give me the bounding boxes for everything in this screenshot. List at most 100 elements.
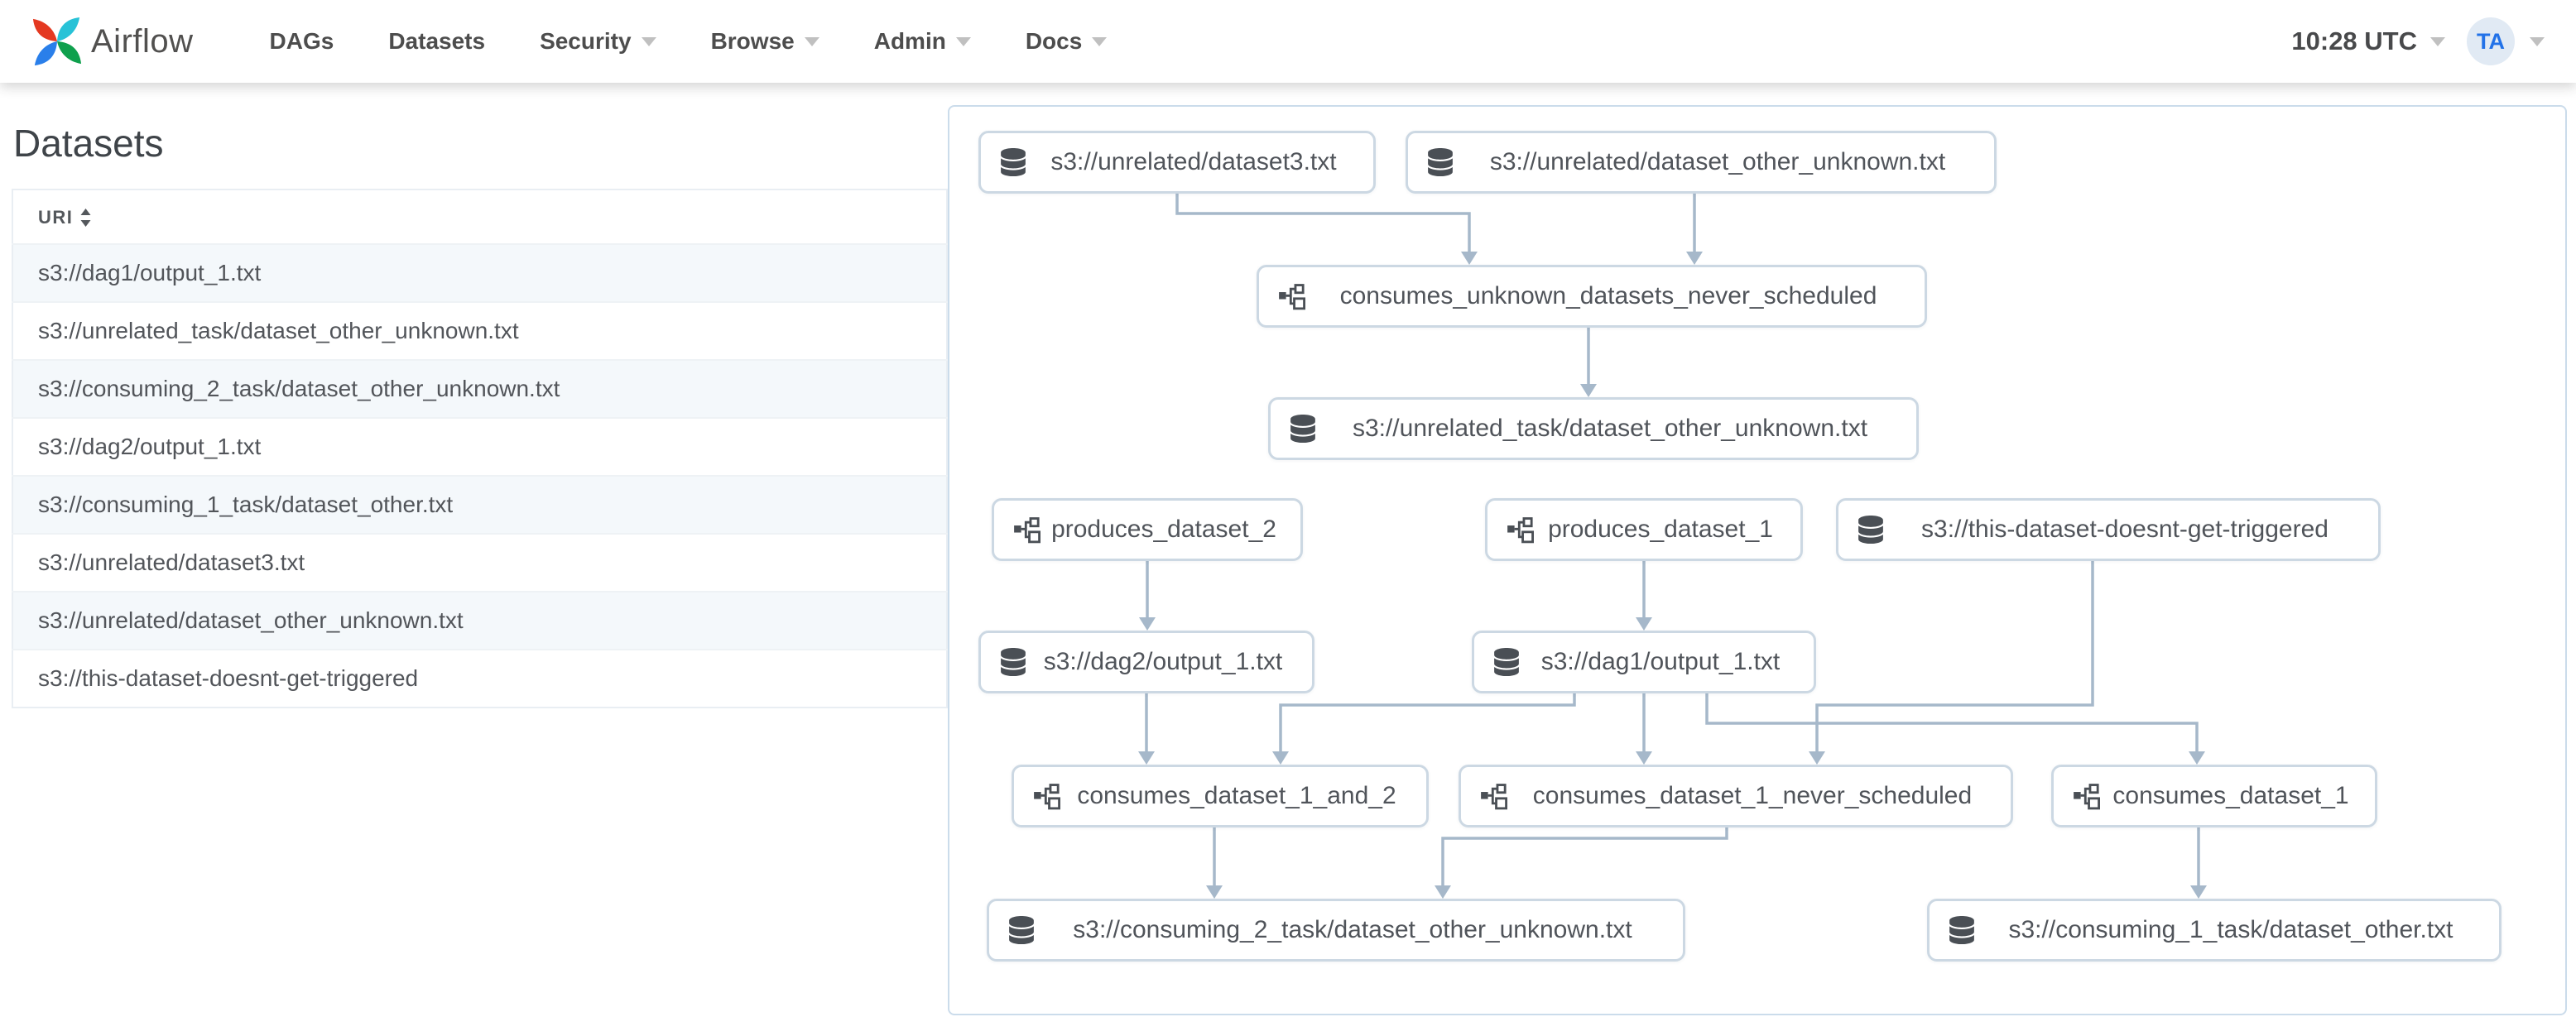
graph-node-dag-produces-dataset-1[interactable]: produces_dataset_1 <box>1485 498 1803 561</box>
nav-item-browse[interactable]: Browse <box>711 28 819 55</box>
dag-icon <box>1032 782 1060 810</box>
arrowhead-icon <box>1206 885 1223 899</box>
graph-node-ds-consuming-2-task-dataset-other-unknown[interactable]: s3://consuming_2_task/dataset_other_unkn… <box>987 899 1685 962</box>
graph-node-ds-consuming-1-task-dataset-other[interactable]: s3://consuming_1_task/dataset_other.txt <box>1927 899 2502 962</box>
nav-item-label: Admin <box>873 28 946 54</box>
database-icon <box>1007 916 1036 944</box>
nav-item-datasets[interactable]: Datasets <box>388 28 485 55</box>
arrowhead-icon <box>1809 751 1825 765</box>
table-row[interactable]: s3://this-dataset-doesnt-get-triggered <box>12 649 947 708</box>
graph-node-ds-unrelated-task-dataset-other-unknown[interactable]: s3://unrelated_task/dataset_other_unknow… <box>1268 397 1919 460</box>
database-icon <box>1426 148 1454 176</box>
arrowhead-icon <box>1138 751 1155 765</box>
arrowhead-icon <box>1636 751 1652 765</box>
graph-node-dag-consumes-unknown-datasets-never-scheduled[interactable]: consumes_unknown_datasets_never_schedule… <box>1257 265 1927 328</box>
graph-node-dag-produces-dataset-2[interactable]: produces_dataset_2 <box>992 498 1303 561</box>
dag-icon <box>2072 782 2100 810</box>
airflow-brand[interactable]: Airflow <box>31 16 194 67</box>
uri-column-header[interactable]: URI <box>12 189 947 244</box>
nav-item-label: Browse <box>710 28 795 54</box>
top-navbar: Airflow DAGs Datasets Security Browse Admin D… <box>0 0 2576 83</box>
arrowhead-icon <box>1580 384 1597 397</box>
arrowhead-icon <box>1461 252 1478 265</box>
table-row[interactable]: s3://unrelated/dataset_other_unknown.txt <box>12 591 947 650</box>
database-icon <box>999 648 1027 676</box>
table-row[interactable]: s3://unrelated_task/dataset_other_unknow… <box>12 301 947 360</box>
user-menu[interactable]: TA <box>2467 17 2545 65</box>
datasets-list-panel: Datasets URI s3://dag1/output_1.txt s3:/… <box>12 96 948 708</box>
database-icon <box>1857 516 1885 544</box>
chevron-down-icon <box>2530 36 2545 46</box>
database-icon <box>1492 648 1521 676</box>
clock-dropdown[interactable]: 10:28 UTC <box>2291 26 2445 56</box>
arrowhead-icon <box>1435 885 1451 899</box>
graph-node-ds-unrelated-dataset3[interactable]: s3://unrelated/dataset3.txt <box>978 131 1376 194</box>
graph-edge <box>1441 828 1728 888</box>
arrowhead-icon <box>1139 617 1156 631</box>
dataset-uri-cell[interactable]: s3://unrelated/dataset3.txt <box>12 533 947 592</box>
avatar: TA <box>2467 17 2515 65</box>
graph-edge <box>1815 561 2094 754</box>
graph-node-dag-consumes-dataset-1[interactable]: consumes_dataset_1 <box>2051 765 2377 828</box>
nav-menu: DAGs Datasets Security Browse Admin Docs <box>270 28 1162 55</box>
table-row[interactable]: s3://unrelated/dataset3.txt <box>12 533 947 592</box>
graph-node-label: consumes_dataset_1 <box>2112 782 2349 809</box>
datasets-table: URI s3://dag1/output_1.txt s3://unrelated… <box>12 189 948 708</box>
graph-edge <box>1279 693 1576 754</box>
graph-node-label: produces_dataset_2 <box>1051 516 1276 543</box>
table-row[interactable]: s3://consuming_2_task/dataset_other_unkn… <box>12 359 947 418</box>
nav-item-docs[interactable]: Docs <box>1025 28 1108 55</box>
arrowhead-icon <box>2189 751 2205 765</box>
graph-node-label: s3://dag1/output_1.txt <box>1540 648 1781 675</box>
table-row[interactable]: s3://consuming_1_task/dataset_other.txt <box>12 475 947 534</box>
dataset-uri-cell[interactable]: s3://this-dataset-doesnt-get-triggered <box>12 649 947 708</box>
dataset-uri-cell[interactable]: s3://unrelated/dataset_other_unknown.txt <box>12 591 947 650</box>
nav-item-admin[interactable]: Admin <box>874 28 971 55</box>
clock-label: 10:28 UTC <box>2291 26 2417 55</box>
airflow-logo-icon <box>31 16 83 67</box>
graph-node-label: s3://consuming_1_task/dataset_other.txt <box>2008 916 2453 943</box>
graph-node-label: consumes_dataset_1_never_scheduled <box>1532 782 1973 809</box>
chevron-down-icon <box>804 36 819 46</box>
nav-item-label: Security <box>540 28 632 54</box>
graph-node-label: s3://this-dataset-doesnt-get-triggered <box>1921 516 2328 543</box>
table-row[interactable]: s3://dag2/output_1.txt <box>12 417 947 476</box>
table-row[interactable]: s3://dag1/output_1.txt <box>12 243 947 302</box>
graph-node-label: consumes_unknown_datasets_never_schedule… <box>1339 282 1877 309</box>
graph-edge <box>1705 693 2199 754</box>
nav-item-dags[interactable]: DAGs <box>270 28 334 55</box>
graph-edges <box>1138 194 2207 899</box>
datasets-dependency-graph: s3://unrelated/dataset3.txt s3://unrelate… <box>948 105 2567 1015</box>
chevron-down-icon <box>1092 36 1108 46</box>
dag-icon <box>1506 516 1534 544</box>
database-icon <box>1948 916 1976 944</box>
database-icon <box>999 148 1027 176</box>
dataset-uri-cell[interactable]: s3://unrelated_task/dataset_other_unknow… <box>12 301 947 360</box>
chevron-down-icon <box>955 36 971 46</box>
nav-item-label: Datasets <box>388 28 486 54</box>
graph-node-label: produces_dataset_1 <box>1548 516 1773 543</box>
dataset-uri-cell[interactable]: s3://dag2/output_1.txt <box>12 417 947 476</box>
nav-item-label: Docs <box>1025 28 1083 54</box>
graph-node-dag-consumes-dataset-1-and-2[interactable]: consumes_dataset_1_and_2 <box>1012 765 1429 828</box>
dataset-uri-cell[interactable]: s3://dag1/output_1.txt <box>12 243 947 302</box>
graph-node-label: s3://unrelated/dataset_other_unknown.txt <box>1489 148 1946 175</box>
sort-icon[interactable] <box>79 209 92 227</box>
dag-icon <box>1012 516 1040 544</box>
graph-node-label: s3://dag2/output_1.txt <box>1043 648 1283 675</box>
nav-item-security[interactable]: Security <box>540 28 656 55</box>
graph-node-ds-dag2-output-1[interactable]: s3://dag2/output_1.txt <box>978 631 1314 693</box>
graph-node-ds-unrelated-dataset-other-unknown[interactable]: s3://unrelated/dataset_other_unknown.txt <box>1406 131 1997 194</box>
graph-node-dag-consumes-dataset-1-never-scheduled[interactable]: consumes_dataset_1_never_scheduled <box>1459 765 2013 828</box>
dataset-uri-cell[interactable]: s3://consuming_2_task/dataset_other_unkn… <box>12 359 947 418</box>
graph-node-label: s3://consuming_2_task/dataset_other_unkn… <box>1073 916 1632 943</box>
brand-label: Airflow <box>91 22 194 60</box>
chevron-down-icon <box>2430 36 2445 46</box>
page-title: Datasets <box>13 122 164 165</box>
dataset-uri-cell[interactable]: s3://consuming_1_task/dataset_other.txt <box>12 475 947 534</box>
graph-node-ds-dag1-output-1[interactable]: s3://dag1/output_1.txt <box>1472 631 1816 693</box>
arrowhead-icon <box>1686 252 1703 265</box>
chevron-down-icon <box>641 36 656 46</box>
database-icon <box>1289 415 1317 443</box>
graph-node-ds-this-dataset-doesnt-get-triggered[interactable]: s3://this-dataset-doesnt-get-triggered <box>1836 498 2381 561</box>
